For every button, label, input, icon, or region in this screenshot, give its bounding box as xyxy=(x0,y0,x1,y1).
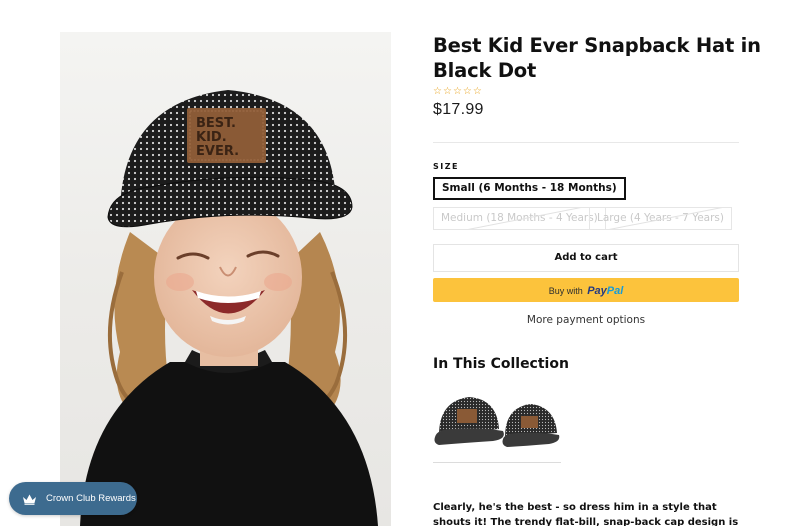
paypal-logo-pay: Pay xyxy=(587,285,607,297)
product-image[interactable]: BEST. KID. EVER. xyxy=(60,32,391,526)
paypal-buy-with-text: Buy with xyxy=(548,286,583,296)
paypal-logo-pal: Pal xyxy=(606,285,624,297)
product-description: Clearly, he's the best - so dress him in… xyxy=(433,502,739,526)
size-option-small[interactable]: Small (6 Months - 18 Months) xyxy=(433,177,626,200)
size-option-label: SIZE xyxy=(433,162,460,171)
rating-stars[interactable]: ☆ ☆ ☆ ☆ ☆ xyxy=(433,87,482,97)
collection-heading: In This Collection xyxy=(433,356,569,372)
size-option-large[interactable]: Large (4 Years - 7 Years) xyxy=(589,207,732,230)
section-divider xyxy=(433,142,739,143)
size-option-medium[interactable]: Medium (18 Months - 4 Years) xyxy=(433,207,606,230)
star-icon: ☆ xyxy=(433,86,442,97)
rewards-label: Crown Club Rewards xyxy=(46,493,136,504)
star-icon: ☆ xyxy=(442,86,452,97)
collection-product-image xyxy=(434,397,560,447)
add-to-cart-button[interactable]: Add to cart xyxy=(433,244,739,272)
crown-icon xyxy=(23,494,36,505)
star-icon: ☆ xyxy=(462,86,472,97)
more-payment-options-link[interactable]: More payment options xyxy=(433,314,739,326)
hat-patch-line-3: EVER. xyxy=(196,144,239,159)
product-price: $17.99 xyxy=(433,101,484,118)
product-image-illustration: BEST. KID. EVER. xyxy=(80,90,378,526)
hat-patch-line-2: KID. xyxy=(196,130,227,145)
star-icon: ☆ xyxy=(452,86,462,97)
rewards-launcher-button[interactable]: Crown Club Rewards xyxy=(9,482,137,515)
star-icon: ☆ xyxy=(472,86,482,97)
size-option-text: Small (6 Months - 18 Months) xyxy=(442,182,617,194)
collection-product-card[interactable] xyxy=(433,385,561,463)
paypal-button[interactable]: Buy with PayPal xyxy=(433,278,739,302)
hat-patch-line-1: BEST. xyxy=(196,116,236,131)
product-title: Best Kid Ever Snapback Hat in Black Dot xyxy=(433,34,761,82)
